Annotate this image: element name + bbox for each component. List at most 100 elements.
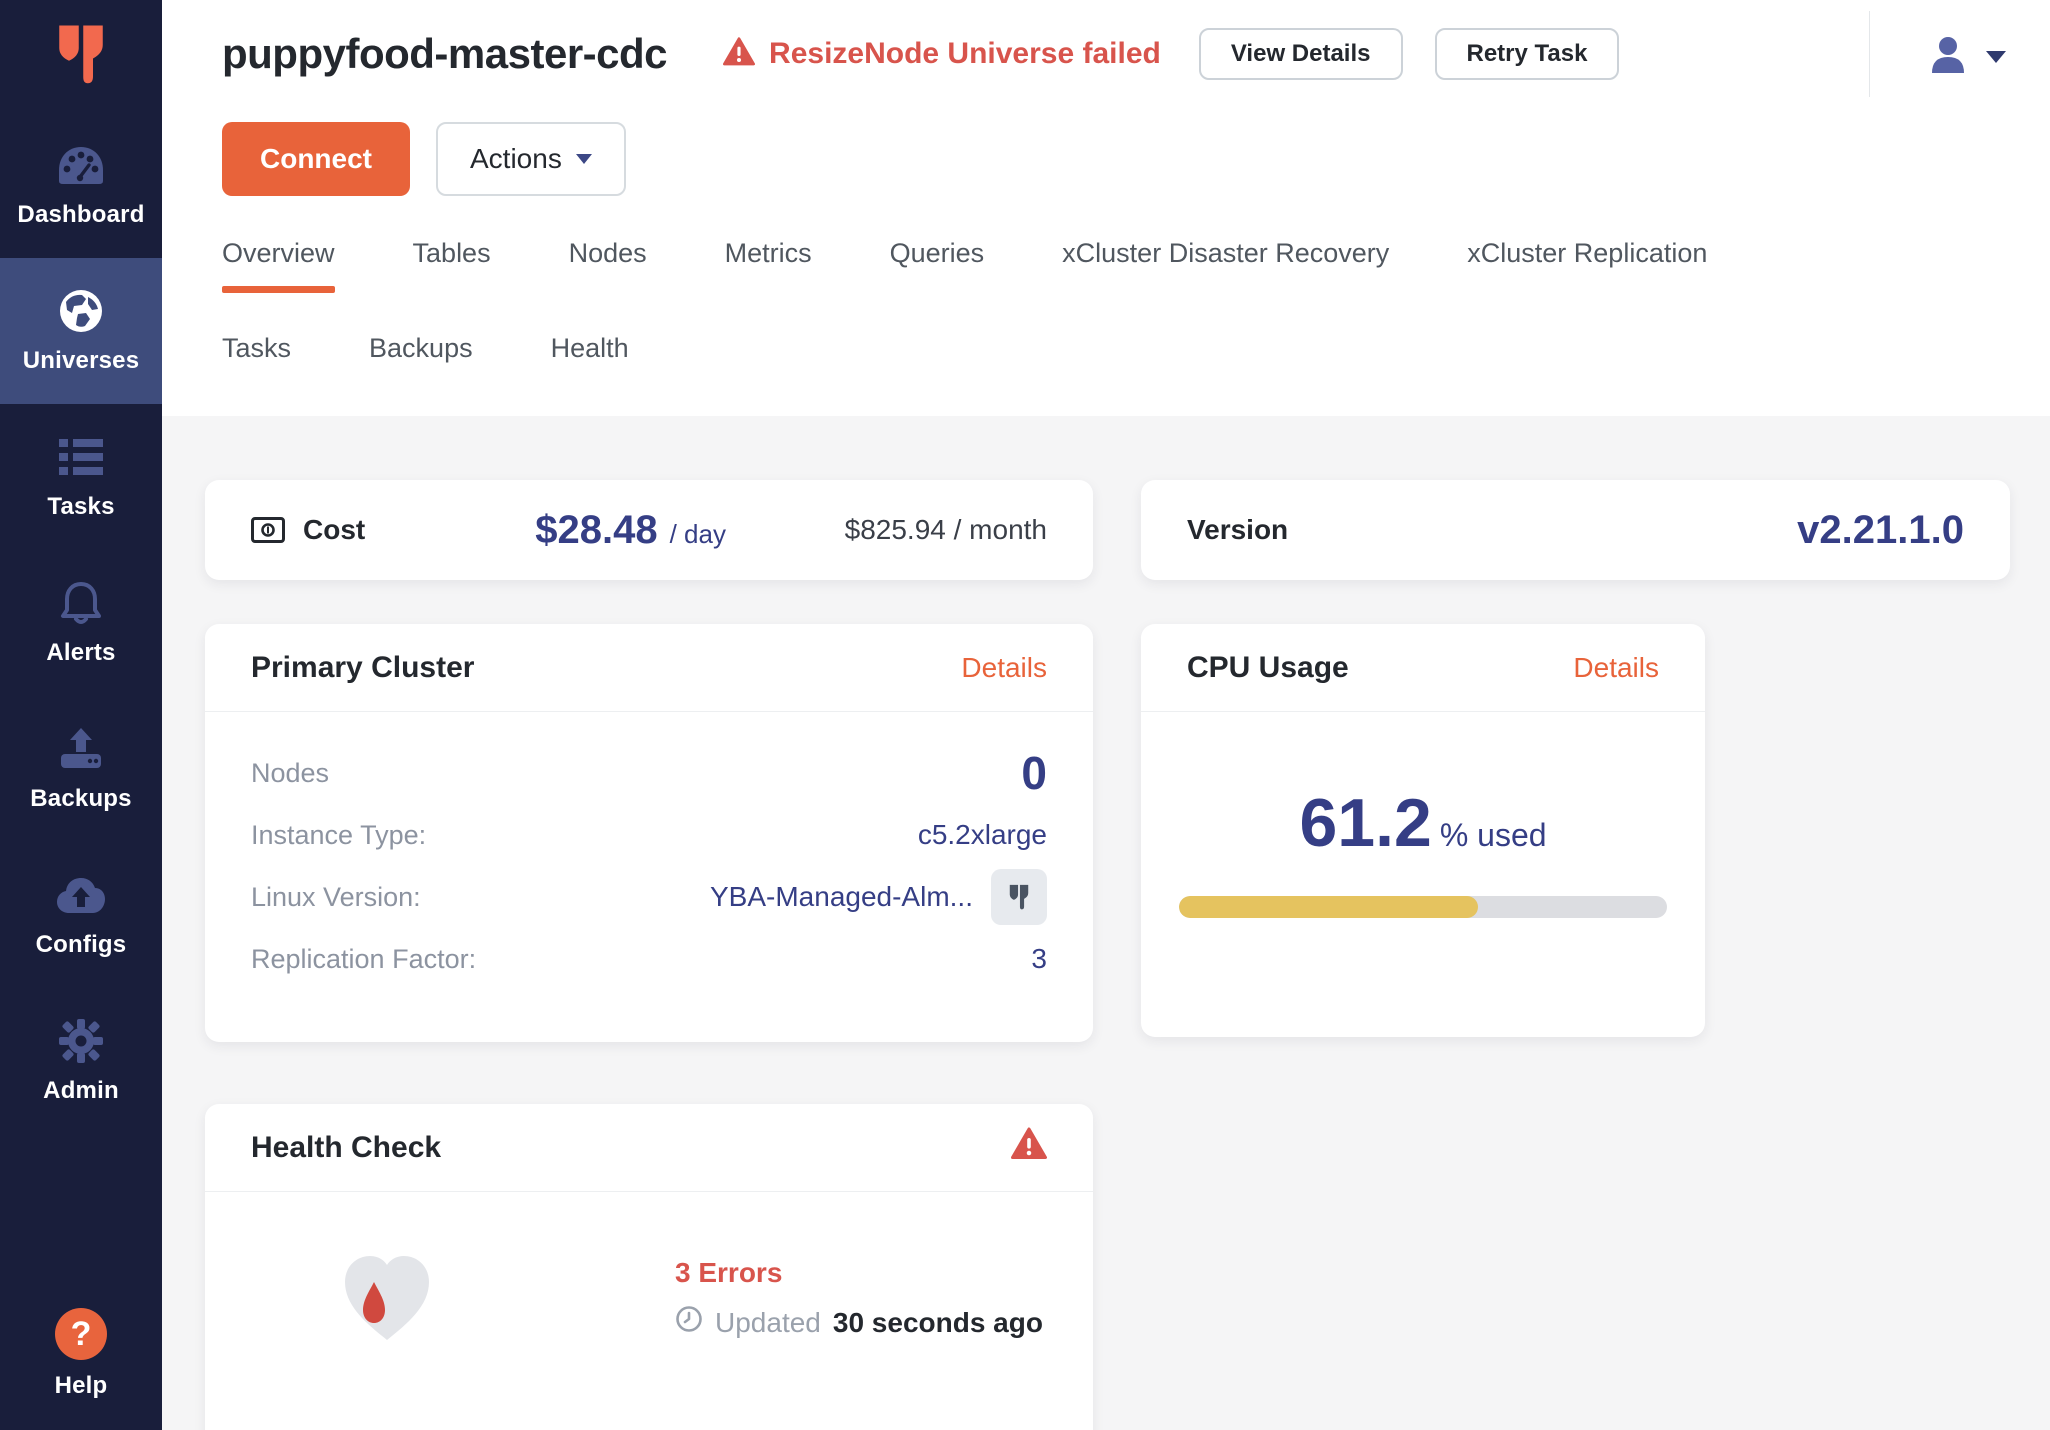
- sidebar-item-label: Tasks: [47, 493, 114, 521]
- cpu-progress-track: [1179, 896, 1667, 918]
- tab-xcluster-replication[interactable]: xCluster Replication: [1467, 238, 1707, 293]
- app-root: Dashboard Universes: [0, 0, 2050, 1430]
- primary-cluster-title: Primary Cluster: [251, 651, 474, 685]
- sidebar-item-alerts[interactable]: Alerts: [0, 550, 162, 696]
- primary-cluster-body: Nodes 0 Instance Type: c5.2xlarge Linux …: [205, 712, 1093, 990]
- sidebar-item-tasks[interactable]: Tasks: [0, 404, 162, 550]
- sidebar-item-configs[interactable]: Configs: [0, 842, 162, 988]
- cost-daily-value: $28.48: [535, 508, 657, 553]
- sidebar-item-label: Universes: [23, 347, 140, 375]
- nodes-label: Nodes: [251, 758, 329, 789]
- chevron-down-icon: [576, 154, 592, 164]
- health-updated-prefix: Updated: [715, 1307, 821, 1339]
- health-check-body: 3 Errors Updated 30 s: [205, 1192, 1093, 1349]
- page-title: puppyfood-master-cdc: [222, 30, 667, 78]
- health-info: 3 Errors Updated 30 s: [675, 1257, 1043, 1340]
- linux-version-label: Linux Version:: [251, 882, 421, 913]
- primary-cluster-header: Primary Cluster Details: [205, 624, 1093, 712]
- replication-factor-row: Replication Factor: 3: [251, 928, 1047, 990]
- cpu-percent-value: 61.2: [1299, 784, 1431, 862]
- yba-managed-badge[interactable]: [991, 869, 1047, 925]
- tab-tasks[interactable]: Tasks: [222, 333, 291, 388]
- tab-tables[interactable]: Tables: [413, 238, 491, 293]
- health-check-title: Health Check: [251, 1131, 441, 1165]
- linux-version-row: Linux Version: YBA-Managed-Alm...: [251, 866, 1047, 928]
- cpu-usage-header: CPU Usage Details: [1141, 624, 1705, 712]
- cpu-usage-card: CPU Usage Details 61.2 % used: [1141, 624, 1705, 1037]
- cpu-usage-details-link[interactable]: Details: [1573, 652, 1659, 684]
- instance-type-label: Instance Type:: [251, 820, 426, 851]
- cpu-progress-fill: [1179, 896, 1478, 918]
- instance-type-value: c5.2xlarge: [918, 819, 1047, 851]
- universe-header: puppyfood-master-cdc ResizeNode Universe…: [162, 0, 2050, 92]
- cost-monthly-value: $825.94 / month: [845, 514, 1047, 546]
- header-divider: [1869, 11, 1870, 97]
- health-errors-link[interactable]: 3 Errors: [675, 1257, 1043, 1289]
- sidebar-item-label: Alerts: [46, 639, 115, 667]
- heart-health-icon: [337, 1248, 437, 1349]
- tab-xcluster-disaster-recovery[interactable]: xCluster Disaster Recovery: [1062, 238, 1389, 293]
- sidebar-item-universes[interactable]: Universes: [0, 258, 162, 404]
- universe-tabs-row2: Tasks Backups Health: [162, 333, 2050, 388]
- user-avatar-icon: [1926, 33, 1970, 82]
- clock-icon: [675, 1305, 703, 1340]
- yugabyte-logo-icon: [52, 21, 110, 92]
- health-check-header: Health Check: [205, 1104, 1093, 1192]
- universe-toolbar: Connect Actions: [162, 122, 2050, 196]
- tab-overview[interactable]: Overview: [222, 238, 335, 293]
- version-label: Version: [1187, 514, 1288, 546]
- sidebar-item-help[interactable]: ? Help: [0, 1284, 162, 1424]
- primary-cluster-details-link[interactable]: Details: [961, 652, 1047, 684]
- replication-factor-value: 3: [1031, 943, 1047, 975]
- tab-backups[interactable]: Backups: [369, 333, 473, 388]
- cost-daily: $28.48 / day: [535, 508, 726, 553]
- sidebar: Dashboard Universes: [0, 0, 162, 1430]
- health-warning-triangle-icon: [1011, 1127, 1047, 1168]
- health-updated: Updated 30 seconds ago: [675, 1305, 1043, 1340]
- sidebar-nav: Dashboard Universes: [0, 112, 162, 1430]
- cpu-usage-body: 61.2 % used: [1141, 712, 1705, 918]
- view-details-button[interactable]: View Details: [1199, 28, 1403, 80]
- cost-daily-unit: / day: [670, 519, 726, 550]
- yugabyte-logo[interactable]: [0, 0, 162, 112]
- linux-version-value: YBA-Managed-Alm...: [710, 881, 973, 913]
- replication-factor-label: Replication Factor:: [251, 944, 476, 975]
- banknote-icon: [251, 517, 285, 543]
- instance-type-row: Instance Type: c5.2xlarge: [251, 804, 1047, 866]
- gear-icon: [53, 1017, 109, 1065]
- tab-queries[interactable]: Queries: [890, 238, 985, 293]
- tab-nodes[interactable]: Nodes: [569, 238, 647, 293]
- connect-button[interactable]: Connect: [222, 122, 410, 196]
- sidebar-item-dashboard[interactable]: Dashboard: [0, 112, 162, 258]
- retry-task-button[interactable]: Retry Task: [1435, 28, 1620, 80]
- bell-icon: [53, 579, 109, 627]
- sidebar-item-label: Configs: [36, 931, 127, 959]
- tab-health[interactable]: Health: [551, 333, 629, 388]
- main-area: puppyfood-master-cdc ResizeNode Universe…: [162, 0, 2050, 1430]
- cloud-upload-icon: [53, 871, 109, 919]
- sidebar-item-backups[interactable]: Backups: [0, 696, 162, 842]
- sidebar-item-label: Admin: [43, 1077, 119, 1105]
- tab-metrics[interactable]: Metrics: [725, 238, 812, 293]
- header-right: [1869, 16, 2006, 92]
- user-menu[interactable]: [1926, 27, 2006, 82]
- nodes-row: Nodes 0: [251, 742, 1047, 804]
- nodes-value: 0: [1021, 746, 1047, 800]
- task-failed-text: ResizeNode Universe failed: [769, 37, 1161, 71]
- dashboard-gauge-icon: [53, 141, 109, 189]
- question-circle-icon: ?: [55, 1308, 107, 1360]
- task-list-icon: [53, 433, 109, 481]
- sidebar-item-label: Backups: [30, 785, 131, 813]
- version-value: v2.21.1.0: [1797, 508, 1964, 553]
- cpu-usage-title: CPU Usage: [1187, 651, 1349, 685]
- sidebar-item-label: Help: [55, 1372, 108, 1400]
- universe-tabs-row1: Overview Tables Nodes Metrics Queries xC…: [162, 238, 2050, 293]
- actions-dropdown-button[interactable]: Actions: [436, 122, 626, 196]
- cpu-reading: 61.2 % used: [1299, 784, 1546, 862]
- globe-icon: [53, 287, 109, 335]
- sidebar-item-admin[interactable]: Admin: [0, 988, 162, 1134]
- cpu-percent-suffix: % used: [1440, 817, 1547, 854]
- task-failed-banner: ResizeNode Universe failed: [723, 37, 1161, 72]
- actions-label: Actions: [470, 143, 562, 175]
- health-updated-value: 30 seconds ago: [833, 1307, 1043, 1339]
